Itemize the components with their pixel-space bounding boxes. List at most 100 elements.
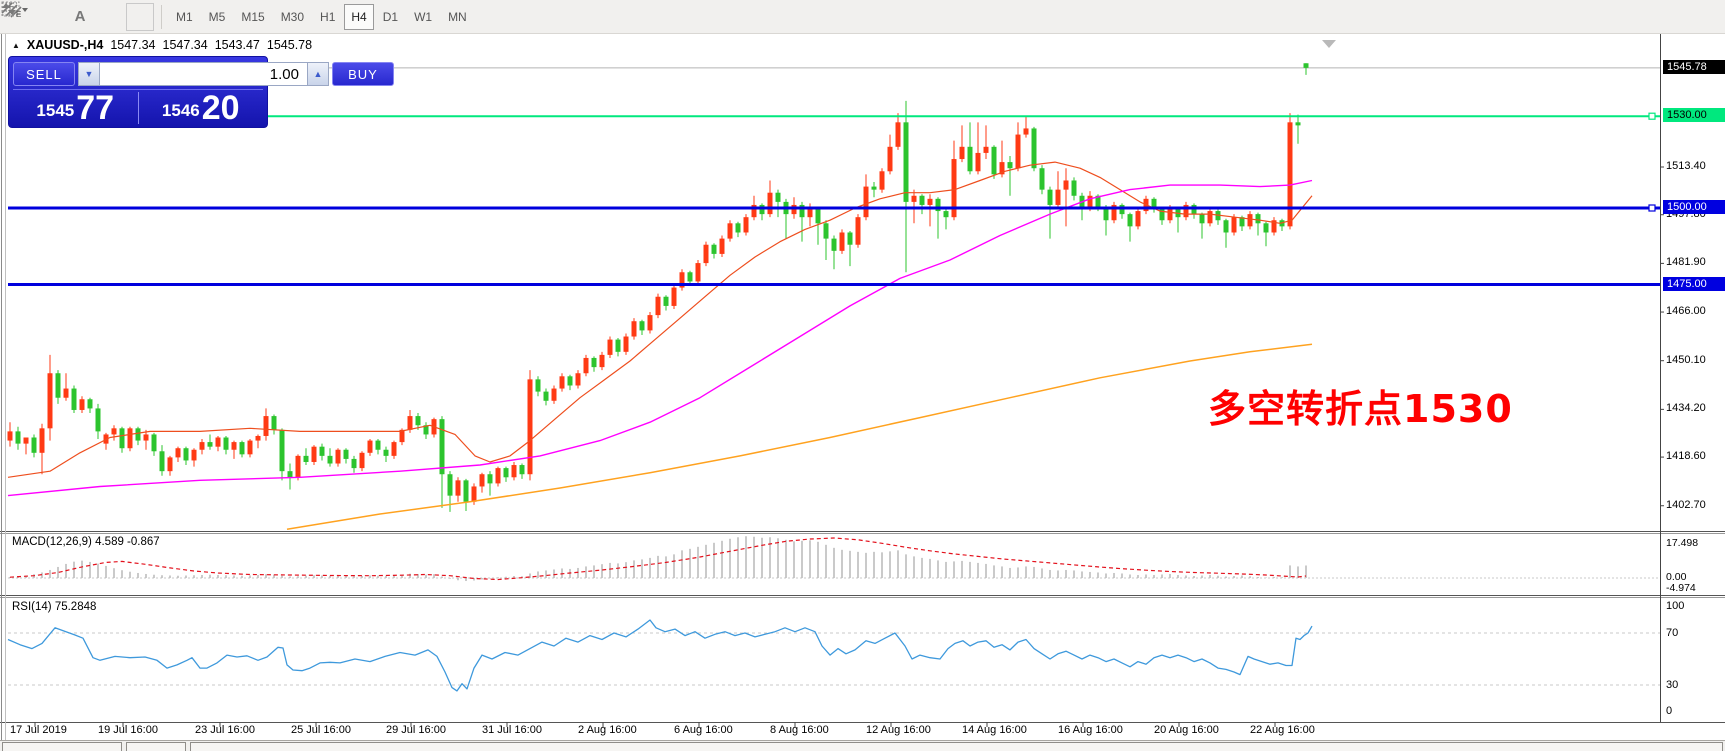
timeframe-button-m5[interactable]: M5 (202, 4, 233, 30)
candle-body (712, 245, 717, 254)
candle-body (1304, 63, 1309, 68)
bottom-tab-2[interactable] (190, 742, 1723, 751)
bottom-tab-1[interactable] (126, 742, 186, 751)
candle-body (256, 436, 261, 441)
timeframe-button-m1[interactable]: M1 (169, 4, 200, 30)
hline-1530-badge: 1530.00 (1663, 108, 1725, 122)
timeframe-button-m15[interactable]: M15 (234, 4, 271, 30)
ask-price-big: 20 (202, 92, 240, 124)
candle-body (416, 416, 421, 425)
arrows-dropdown-icon[interactable] (126, 3, 154, 31)
candle-body (232, 442, 237, 450)
candle-body (496, 468, 501, 483)
rsi-axis-label: 0 (1666, 705, 1672, 717)
candle-body (600, 355, 605, 367)
trading-terminal: E F A T M1M5M15M30H1H4D1W1MN ▲ XAUUSD-,H… (0, 0, 1725, 751)
candle-body (200, 442, 205, 450)
candle-body (176, 448, 181, 457)
candle-body (328, 456, 333, 464)
timeframe-button-mn[interactable]: MN (441, 4, 474, 30)
volume-spinner: ▼ ▲ (78, 62, 329, 86)
candle-body (264, 416, 269, 436)
price-axis-label: 1466.00 (1666, 305, 1706, 317)
fibonacci-retracement-icon[interactable]: F (36, 3, 64, 31)
candle-body (376, 441, 381, 450)
candle-body (736, 223, 741, 232)
text-label-icon[interactable]: A (66, 3, 94, 31)
date-label: 17 Jul 2019 (10, 724, 67, 736)
candle-body (872, 187, 877, 190)
ohlc-close: 1545.78 (267, 38, 312, 52)
timeframe-button-m30[interactable]: M30 (274, 4, 311, 30)
candle-body (1296, 122, 1301, 125)
candle-body (1192, 205, 1197, 214)
chart-title: ▲ XAUUSD-,H4 1547.34 1547.34 1543.47 154… (12, 38, 312, 52)
hline-handle[interactable] (1649, 113, 1655, 119)
hline-handle[interactable] (1649, 205, 1655, 211)
candle-body (456, 480, 461, 495)
candle-body (512, 465, 517, 477)
timeframe-button-h4[interactable]: H4 (344, 4, 373, 30)
candle-body (688, 272, 693, 281)
price-axis-label: 1513.40 (1666, 160, 1706, 172)
volume-input[interactable] (100, 62, 307, 86)
ask-price-small: 1546 (162, 98, 200, 124)
candle-body (64, 389, 69, 398)
candle-body (816, 208, 821, 223)
candle-body (224, 438, 229, 450)
chart-shift-marker-icon[interactable] (1322, 40, 1336, 48)
bottom-tab-0[interactable] (2, 742, 122, 751)
candle-body (240, 442, 245, 454)
candle-body (1168, 208, 1173, 220)
date-label: 23 Jul 16:00 (195, 724, 255, 736)
candle-body (928, 199, 933, 205)
candle-body (336, 450, 341, 464)
buy-button[interactable]: BUY (332, 62, 394, 86)
text-box-icon[interactable]: T (96, 3, 124, 31)
hline-1475-badge: 1475.00 (1663, 277, 1725, 291)
ohlc-open: 1547.34 (110, 38, 155, 52)
date-label: 31 Jul 16:00 (482, 724, 542, 736)
candle-body (48, 373, 53, 428)
candle-body (1288, 122, 1293, 226)
candle-body (584, 358, 589, 373)
date-label: 16 Aug 16:00 (1058, 724, 1123, 736)
macd-axis-label: -4.974 (1666, 582, 1696, 594)
candle-body (304, 456, 309, 462)
candle-body (912, 196, 917, 202)
volume-decrease-button[interactable]: ▼ (78, 62, 100, 86)
sell-button[interactable]: SELL (13, 62, 75, 86)
timeframe-button-d1[interactable]: D1 (376, 4, 405, 30)
candle-body (1008, 162, 1013, 168)
candle-body (1128, 214, 1133, 226)
chart-annotation-text: 多空转折点1530 (1208, 378, 1513, 433)
hline-1500-badge: 1500.00 (1663, 200, 1725, 214)
collapse-triangle-icon[interactable]: ▲ (12, 41, 20, 50)
candle-body (216, 438, 221, 447)
candle-body (296, 456, 301, 477)
price-axis-label: 1402.70 (1666, 499, 1706, 511)
candle-body (1024, 128, 1029, 134)
candle-body (360, 453, 365, 468)
candle-body (608, 340, 613, 355)
candle-body (160, 451, 165, 471)
timeframe-button-h1[interactable]: H1 (313, 4, 342, 30)
volume-increase-button[interactable]: ▲ (307, 62, 329, 86)
candle-body (720, 239, 725, 254)
candle-body (80, 399, 85, 410)
bid-price: 1545 77 (13, 90, 138, 126)
candle-body (776, 193, 781, 202)
main-toolbar: E F A T M1M5M15M30H1H4D1W1MN (0, 0, 1725, 34)
candle-body (768, 193, 773, 214)
candle-body (1016, 135, 1021, 169)
candle-body (528, 379, 533, 474)
date-label: 25 Jul 16:00 (291, 724, 351, 736)
candle-body (440, 419, 445, 474)
candle-body (1048, 190, 1053, 205)
candle-body (472, 486, 477, 501)
candle-body (904, 122, 909, 202)
candle-body (992, 147, 997, 175)
timeframe-button-w1[interactable]: W1 (407, 4, 439, 30)
candle-body (576, 373, 581, 385)
price-axis-label: 1450.10 (1666, 354, 1706, 366)
